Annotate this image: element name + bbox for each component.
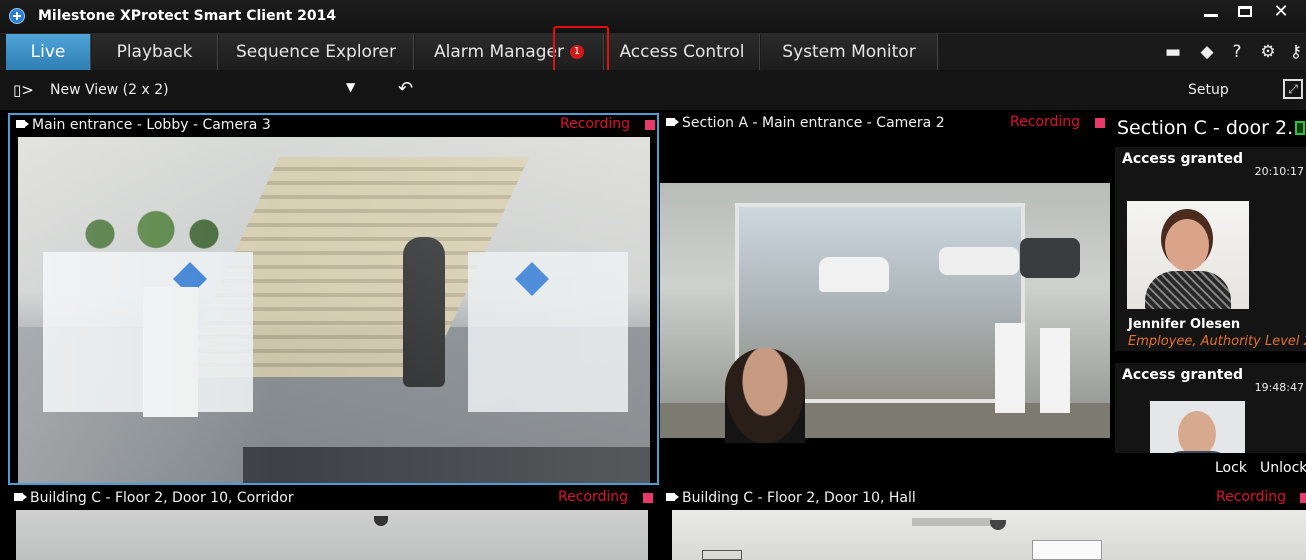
unlock-button[interactable]: Unlock xyxy=(1260,460,1306,476)
app-logo-icon xyxy=(9,8,25,24)
app-title: Milestone XProtect Smart Client 2014 xyxy=(38,8,337,24)
camera-header: Building C - Floor 2, Door 10, Hall Reco… xyxy=(660,488,1306,508)
tab-sequence-explorer[interactable]: Sequence Explorer xyxy=(219,34,414,71)
title-bar: Milestone XProtect Smart Client 2014 ✕ xyxy=(0,0,1306,33)
access-event[interactable]: Access granted 20:10:17 Jennifer Olesen … xyxy=(1115,147,1306,351)
camera-icon xyxy=(14,493,27,501)
cardholder-photo xyxy=(1127,201,1249,309)
recording-indicator-icon xyxy=(1095,118,1105,128)
fullscreen-icon[interactable]: ⤢ xyxy=(1283,79,1303,99)
camera-tile-section-a[interactable]: Section A - Main entrance - Camera 2 Rec… xyxy=(660,113,1110,485)
tab-alarm-manager-label: Alarm Manager xyxy=(434,42,564,62)
camera-title: Section A - Main entrance - Camera 2 xyxy=(682,115,945,131)
tab-live[interactable]: Live xyxy=(6,34,91,71)
global-toolbar-icons: ▬ ◆ ? ⚙ ⚷ xyxy=(1160,33,1306,70)
camera-header: Main entrance - Lobby - Camera 3 Recordi… xyxy=(10,115,657,135)
recording-indicator-icon xyxy=(645,120,655,130)
camera-icon xyxy=(666,493,679,501)
camera-title: Main entrance - Lobby - Camera 3 xyxy=(32,117,271,133)
setup-button[interactable]: Setup xyxy=(1188,82,1229,98)
recording-label: Recording xyxy=(558,489,629,505)
camera-icon xyxy=(16,120,29,128)
undo-icon[interactable]: ↶ xyxy=(398,78,413,99)
door-title: Section C - door 2... xyxy=(1117,117,1306,139)
lock-button[interactable]: Lock xyxy=(1215,460,1247,476)
camera-icon xyxy=(666,118,679,126)
cardholder-name: Jennifer Olesen xyxy=(1128,317,1241,332)
maximize-button[interactable] xyxy=(1226,0,1264,26)
maximize-icon xyxy=(1238,6,1252,17)
camera-tile-hall[interactable]: Building C - Floor 2, Door 10, Hall Reco… xyxy=(660,488,1306,560)
event-time: 19:48:47 xyxy=(1254,381,1304,394)
camera-title: Building C - Floor 2, Door 10, Hall xyxy=(682,490,916,506)
pane-toggle-icon[interactable]: ▯> xyxy=(13,81,37,99)
video-feed[interactable] xyxy=(672,510,1306,560)
chevron-down-icon[interactable]: ▼ xyxy=(346,80,355,94)
tab-system-monitor[interactable]: System Monitor xyxy=(761,34,938,71)
tab-access-control[interactable]: Access Control xyxy=(605,34,760,71)
view-selector[interactable]: New View (2 x 2) xyxy=(50,82,169,98)
access-event[interactable]: Access granted 19:48:47 xyxy=(1115,363,1306,453)
ceiling-camera xyxy=(374,516,388,526)
event-status: Access granted xyxy=(1122,151,1244,167)
video-feed[interactable] xyxy=(16,510,648,560)
help-icon[interactable]: ? xyxy=(1227,42,1247,62)
recording-indicator-icon xyxy=(643,493,653,503)
camera-header: Section A - Main entrance - Camera 2 Rec… xyxy=(660,113,1110,133)
camera-header: Building C - Floor 2, Door 10, Corridor … xyxy=(8,488,659,508)
person-figure xyxy=(725,348,805,443)
door-status-icon xyxy=(1295,121,1305,135)
main-tab-bar: Live Playback Sequence Explorer Alarm Ma… xyxy=(0,33,1306,71)
event-time: 20:10:17 xyxy=(1254,165,1304,178)
video-feed[interactable] xyxy=(660,183,1110,443)
key-icon[interactable]: ⚷ xyxy=(1286,42,1306,62)
minimize-button[interactable] xyxy=(1192,0,1230,26)
close-button[interactable]: ✕ xyxy=(1262,0,1300,26)
ceiling-camera xyxy=(990,520,1006,530)
cardholder-photo xyxy=(1150,401,1245,453)
network-icon[interactable]: ▬ xyxy=(1163,42,1183,62)
recording-indicator-icon xyxy=(1300,493,1306,503)
tab-playback[interactable]: Playback xyxy=(92,34,218,71)
recording-label: Recording xyxy=(560,116,631,132)
cardholder-role: Employee, Authority Level 2 xyxy=(1128,334,1306,349)
access-control-panel: Section C - door 2... Access granted 20:… xyxy=(1111,113,1306,485)
recording-label: Recording xyxy=(1010,114,1081,130)
camera-tile-lobby[interactable]: Main entrance - Lobby - Camera 3 Recordi… xyxy=(8,113,659,485)
minimize-icon xyxy=(1204,14,1218,17)
gear-icon[interactable]: ⚙ xyxy=(1258,42,1278,62)
video-feed[interactable] xyxy=(18,137,650,483)
recording-label: Recording xyxy=(1216,489,1287,505)
event-status: Access granted xyxy=(1122,367,1244,383)
view-toolbar: ▯> New View (2 x 2) ▼ ↶ Setup ⤢ xyxy=(0,70,1306,110)
camera-title: Building C - Floor 2, Door 10, Corridor xyxy=(30,490,294,506)
camera-tile-corridor[interactable]: Building C - Floor 2, Door 10, Corridor … xyxy=(8,488,659,560)
connection-icon[interactable]: ◆ xyxy=(1197,42,1217,62)
